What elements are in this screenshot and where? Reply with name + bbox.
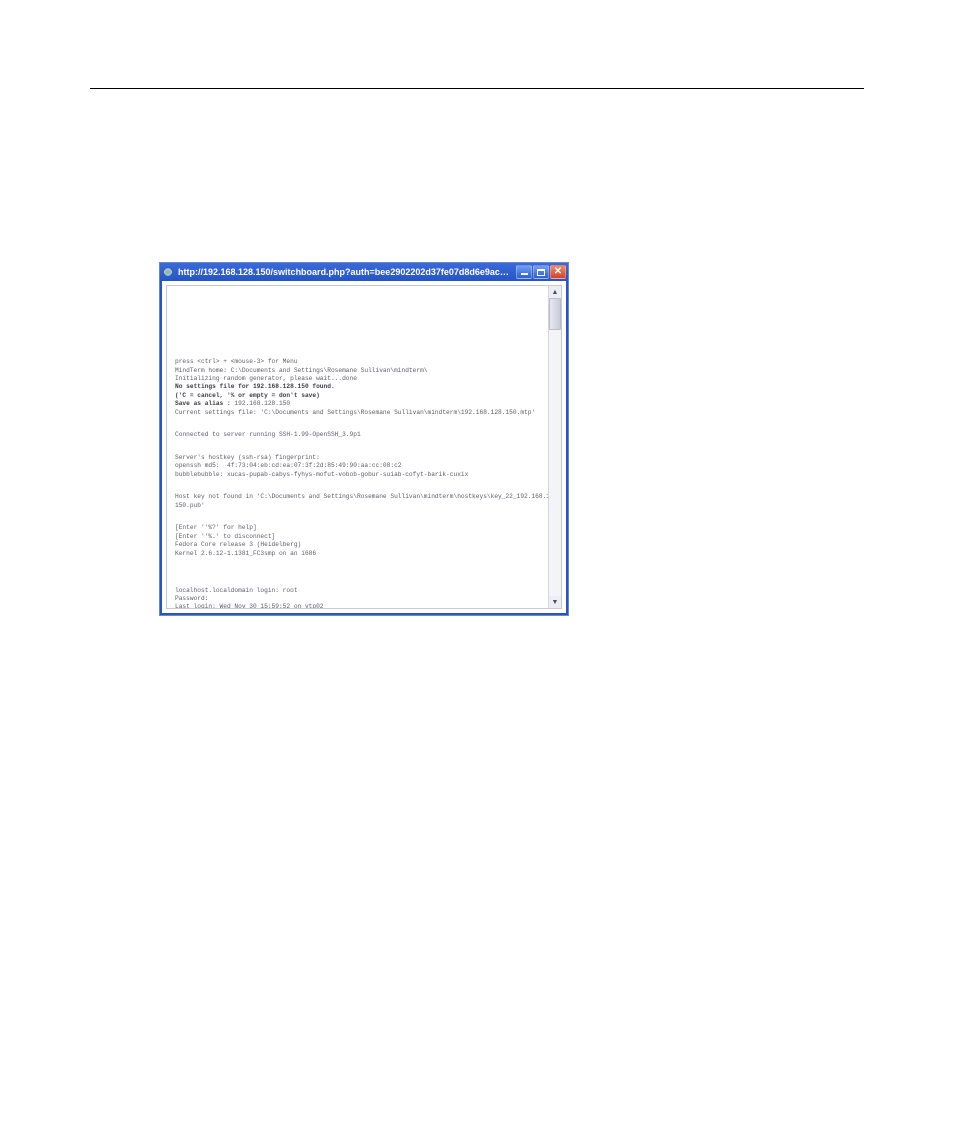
window-client-area: press <ctrl> + <mouse-3> for Menu MindTe… — [160, 281, 568, 615]
close-button[interactable]: ✕ — [550, 265, 566, 279]
document-page: http://192.168.128.150/switchboard.php?a… — [0, 0, 954, 1145]
term-line: MindTerm home: C:\Documents and Settings… — [175, 367, 428, 374]
scroll-track[interactable] — [549, 298, 561, 596]
term-line: Server's hostkey (ssh-rsa) fingerprint: — [175, 454, 320, 461]
maximize-icon — [537, 269, 545, 276]
window-title: http://192.168.128.150/switchboard.php?a… — [178, 267, 512, 277]
term-line: [Enter ''%.' to disconnect] — [175, 533, 275, 540]
term-line-bold: ('C = cancel, '% or empty = don't save) — [175, 392, 320, 399]
term-line: localhost.localdomain login: root — [175, 587, 298, 594]
term-line: openssh md5: 4f:73:04:eb:cd:ea:07:3f:2d:… — [175, 462, 402, 469]
term-line-bold: No settings file for 192.168.128.150 fou… — [175, 383, 335, 390]
scroll-thumb[interactable] — [549, 298, 561, 330]
term-line: Fedora Core release 3 (Heidelberg) — [175, 541, 301, 548]
close-icon: ✕ — [554, 267, 562, 277]
term-line: Kernel 2.6.12-1.1381_FC3smp on an i686 — [175, 550, 316, 557]
term-line-bold: Save as alias : — [175, 400, 234, 407]
scroll-down-button[interactable]: ▼ — [549, 596, 561, 608]
term-line: 192.168.128.150 — [234, 400, 290, 407]
minimize-icon — [521, 273, 528, 275]
term-line: bubblebubble: xucas-pupab-cabys-fyhys-mo… — [175, 471, 468, 478]
term-line: [Enter ''%?' for help] — [175, 524, 257, 531]
term-line: Initializing random generator, please wa… — [175, 375, 357, 382]
term-line: 150.pub' — [175, 502, 205, 509]
window-titlebar[interactable]: http://192.168.128.150/switchboard.php?a… — [160, 263, 568, 281]
term-line: Last login: Wed Nov 30 15:59:52 on vtp02 — [175, 603, 324, 608]
ie-icon — [162, 266, 174, 278]
terminal-output[interactable]: press <ctrl> + <mouse-3> for Menu MindTe… — [167, 286, 548, 608]
term-line: press <ctrl> + <mouse-3> for Menu — [175, 358, 298, 365]
applet-panel: press <ctrl> + <mouse-3> for Menu MindTe… — [166, 285, 562, 609]
header-rule — [90, 88, 864, 89]
minimize-button[interactable] — [516, 265, 532, 279]
scroll-up-button[interactable]: ▲ — [549, 286, 561, 298]
maximize-button[interactable] — [533, 265, 549, 279]
term-line: Current settings file: 'C:\Documents and… — [175, 409, 535, 416]
term-line: Password: — [175, 595, 208, 602]
browser-window: http://192.168.128.150/switchboard.php?a… — [160, 263, 568, 615]
scrollbar[interactable]: ▲ ▼ — [548, 286, 561, 608]
term-line: Host key not found in 'C:\Documents and … — [175, 493, 548, 500]
term-line: Connected to server running SSH-1.99-Ope… — [175, 431, 361, 438]
